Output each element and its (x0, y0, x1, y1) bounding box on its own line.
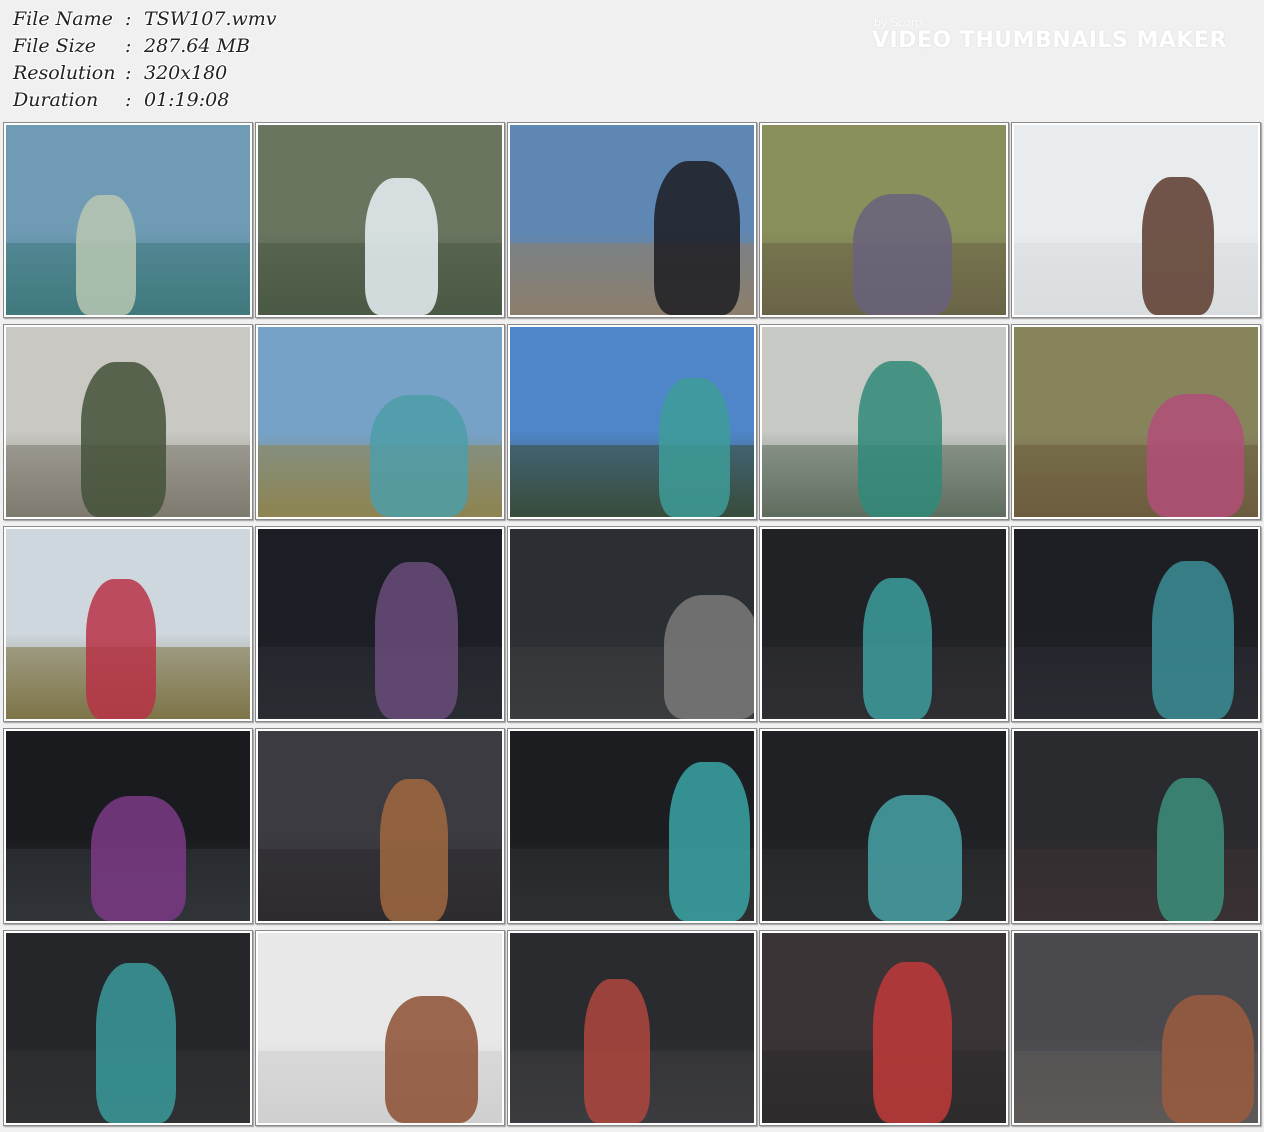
thumbnail-figure (81, 362, 166, 517)
video-thumbnail[interactable] (1012, 931, 1260, 1125)
thumbnail-figure (91, 796, 186, 921)
thumbnail-figure (858, 361, 942, 517)
video-thumbnail[interactable] (4, 123, 252, 317)
video-thumbnail[interactable] (256, 123, 504, 317)
thumbnail-figure (584, 979, 650, 1123)
thumbnail-figure (654, 161, 740, 315)
thumbnail-figure (1142, 177, 1214, 315)
thumbnail-figure (76, 195, 136, 315)
thumbnail-figure (1147, 394, 1244, 517)
info-value: 320x180 (144, 62, 228, 84)
thumbnail-figure (868, 795, 962, 921)
info-row-duration: Duration:01:19:08 (13, 87, 277, 114)
info-separator: : (125, 8, 132, 30)
video-thumbnail[interactable] (4, 527, 252, 721)
video-thumbnail[interactable] (1012, 123, 1260, 317)
video-thumbnail[interactable] (508, 931, 756, 1125)
thumbnail-figure (873, 962, 952, 1123)
thumbnail-figure (659, 378, 730, 517)
watermark-byline: by Scorp (874, 16, 923, 29)
thumbnail-grid (4, 123, 1260, 1127)
thumbnail-figure (96, 963, 176, 1123)
video-thumbnail[interactable] (1012, 527, 1260, 721)
thumbnail-ground (1014, 242, 1258, 315)
video-thumbnail[interactable] (256, 325, 504, 519)
video-thumbnail[interactable] (256, 527, 504, 721)
thumbnail-figure (86, 579, 156, 719)
file-info-panel: File Name: TSW107.wmv File Size:287.64 MB… (13, 6, 277, 114)
thumbnail-figure (669, 762, 750, 921)
info-separator: : (125, 35, 132, 57)
video-thumbnail[interactable] (760, 729, 1008, 923)
info-label: Duration (13, 89, 99, 111)
thumbnail-figure (375, 562, 458, 719)
video-thumbnail[interactable] (760, 325, 1008, 519)
info-value: TSW107.wmv (144, 8, 277, 30)
watermark-title: VIDEO THUMBNAILS MAKER (872, 28, 1227, 53)
info-row-resolution: Resolution:320x180 (13, 60, 277, 87)
video-thumbnail[interactable] (4, 729, 252, 923)
video-thumbnail[interactable] (4, 931, 252, 1125)
video-thumbnail[interactable] (1012, 729, 1260, 923)
info-value: 01:19:08 (144, 89, 230, 111)
thumbnail-figure (370, 395, 468, 517)
thumbnail-figure (365, 178, 438, 315)
info-label: Resolution (13, 62, 116, 84)
thumbnail-figure (863, 578, 932, 719)
thumbnail-figure (380, 779, 448, 921)
info-value: 287.64 MB (144, 35, 250, 57)
video-thumbnail[interactable] (508, 527, 756, 721)
video-thumbnail[interactable] (4, 325, 252, 519)
video-thumbnail[interactable] (760, 931, 1008, 1125)
info-label: File Size (13, 35, 96, 57)
thumbnail-figure (853, 194, 952, 315)
video-thumbnail[interactable] (508, 325, 756, 519)
info-label: File Name (13, 8, 113, 30)
info-separator: : (125, 62, 132, 84)
info-separator: : (125, 89, 132, 111)
info-row-file-name: File Name: TSW107.wmv (13, 6, 277, 33)
thumbnail-figure (1157, 778, 1224, 921)
thumbnail-figure (385, 996, 478, 1123)
video-thumbnail[interactable] (256, 729, 504, 923)
thumbnail-figure (1152, 561, 1234, 719)
video-thumbnail[interactable] (508, 123, 756, 317)
thumbnail-figure (1162, 995, 1254, 1123)
video-thumbnail[interactable] (508, 729, 756, 923)
video-thumbnail[interactable] (1012, 325, 1260, 519)
video-thumbnail[interactable] (256, 931, 504, 1125)
watermark-logo: by Scorp VIDEO THUMBNAILS MAKER (872, 16, 1227, 53)
info-row-file-size: File Size:287.64 MB (13, 33, 277, 60)
thumbnail-figure (664, 595, 754, 719)
video-thumbnail[interactable] (760, 123, 1008, 317)
video-thumbnail[interactable] (760, 527, 1008, 721)
